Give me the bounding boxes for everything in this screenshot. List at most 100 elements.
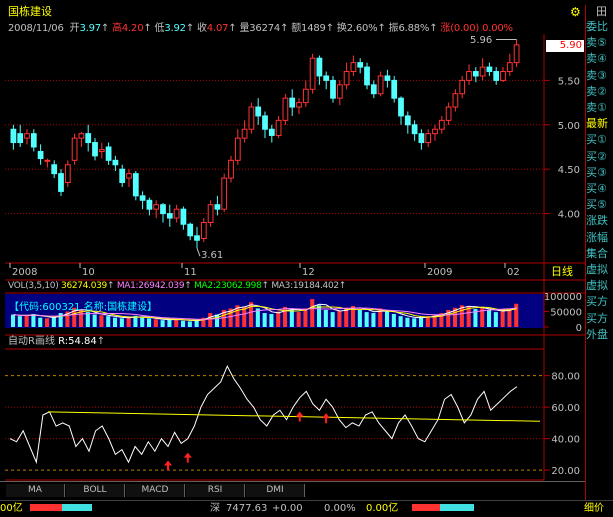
volume-bar [283, 306, 288, 327]
sidebar-item[interactable]: 集合 [586, 247, 613, 260]
volume-bar [153, 319, 158, 327]
candle-body [282, 97, 289, 121]
sidebar-item[interactable]: 外盘 [586, 328, 613, 341]
volume-bar [126, 317, 131, 327]
indicator-panel [5, 335, 545, 481]
volume-bar [242, 306, 247, 327]
candle-body [377, 75, 384, 95]
price-panel [5, 34, 585, 281]
candle-body [262, 115, 268, 130]
candle-body [160, 204, 166, 215]
sidebar-item[interactable]: 买② [586, 150, 613, 163]
sidebar-item[interactable]: 卖④ [586, 52, 613, 65]
sidebar-item[interactable]: 卖① [586, 101, 613, 114]
candle-body [132, 173, 139, 197]
volume-bar [106, 316, 111, 327]
candle-body [85, 133, 92, 144]
sidebar-item[interactable]: 卖③ [586, 69, 613, 82]
candle-body [486, 66, 493, 73]
candle-body [146, 199, 153, 210]
tab-ma[interactable]: MA [6, 484, 65, 497]
indicator-axis: 80.00 60.00 40.00 20.00 [544, 372, 580, 477]
arrow-up-icon: ↑ [338, 281, 347, 291]
status-left: 00亿 [0, 503, 23, 514]
volume-bar [58, 313, 63, 327]
volume-bar [249, 302, 254, 327]
sidebar-item[interactable]: 涨幅 [586, 231, 613, 244]
volume-bar [310, 299, 315, 327]
sidebar-item[interactable]: 卖② [586, 85, 613, 98]
sidebar-item[interactable]: 买方 [586, 312, 613, 325]
price-tick-label: 4.50 [558, 165, 580, 176]
candle-body [214, 204, 221, 210]
candle-body [275, 119, 282, 136]
buy-arrow-icon [295, 411, 304, 422]
sidebar-item[interactable]: 买③ [586, 166, 613, 179]
status-cyan-bar-2 [440, 504, 474, 511]
volume-bar [24, 315, 29, 327]
arrow-up-icon: ↑ [96, 336, 106, 347]
tab-boll[interactable]: BOLL [66, 484, 125, 497]
candle-body [364, 66, 370, 86]
volume-header: VOL(3,5,10) 36274.039↑ MA1:26942.039↑ MA… [8, 280, 346, 292]
volume-bar [92, 314, 97, 327]
volume-bar [323, 309, 328, 327]
period-label[interactable]: 日线 [551, 266, 573, 278]
candle-body [228, 159, 234, 179]
volume-ma1: MA1:26942.039 [116, 281, 185, 291]
volume-bar [215, 314, 220, 327]
candle-body [180, 208, 187, 225]
arrow-up-icon: ↑ [107, 281, 115, 291]
sidebar-item[interactable]: 最新 [586, 117, 613, 130]
candle-body [268, 128, 275, 136]
sidebar-item[interactable]: 买④ [586, 182, 613, 195]
sidebar-item[interactable]: 买① [586, 133, 613, 146]
sidebar-item[interactable]: 委比 [586, 20, 613, 33]
indicator-tick-label: 60.00 [551, 403, 580, 414]
tab-rsi[interactable]: RSI [186, 484, 245, 497]
buy-arrow-icon [164, 460, 173, 471]
status-red-bar-2 [412, 504, 440, 511]
low-note-leader [196, 248, 201, 257]
high-price-note: 5.96 [470, 35, 493, 46]
volume-bar [303, 308, 308, 327]
status-red-bar [30, 504, 62, 511]
candle-body [44, 159, 51, 162]
index-name[interactable]: 深 [210, 501, 220, 516]
candle-body [404, 115, 411, 126]
volume-bar [187, 321, 192, 327]
indicator-name: 自动R画线 [8, 336, 55, 347]
indicator-header: 自动R画线 R:54.84↑ [8, 336, 105, 348]
arrow-up-icon: ↑ [261, 281, 270, 291]
volume-bar [296, 312, 301, 327]
candle-body [500, 71, 506, 81]
tab-macd[interactable]: MACD [126, 484, 185, 497]
sidebar-item[interactable]: 买⑤ [586, 198, 613, 211]
date-tick-label: 2009 [427, 267, 452, 278]
candle-body [221, 177, 228, 210]
candle-body [139, 195, 146, 201]
volume-bar [85, 312, 90, 327]
candle-body [234, 137, 241, 161]
volume-bar [181, 320, 186, 327]
sidebar-item[interactable]: 卖⑤ [586, 36, 613, 49]
status-right[interactable]: 细价 [584, 501, 604, 516]
volume-bar [31, 313, 36, 327]
candle-body [10, 128, 17, 144]
sidebar-item[interactable]: 虚拟 [586, 263, 613, 276]
candle-body [452, 93, 459, 108]
candle-body [112, 159, 119, 166]
candle-body [302, 88, 309, 104]
candle-body [296, 102, 302, 108]
date-tick-label: 12 [302, 267, 315, 278]
sidebar-item[interactable]: 买方 [586, 295, 613, 308]
sidebar-item[interactable]: 虚拟 [586, 279, 613, 292]
tab-dmi[interactable]: DMI [246, 484, 305, 497]
stock-chart[interactable]: 5.50 5.00 4.50 4.00 2008 10 11 12 2009 02 100000… [0, 0, 613, 500]
date-axis: 2008 10 11 12 2009 02 [9, 263, 520, 278]
volume-bar [38, 317, 43, 327]
indicator-tick-label: 80.00 [551, 372, 580, 383]
price-grid [5, 79, 544, 215]
sidebar-item[interactable]: 涨跌 [586, 214, 613, 227]
volume-bar [398, 316, 403, 327]
